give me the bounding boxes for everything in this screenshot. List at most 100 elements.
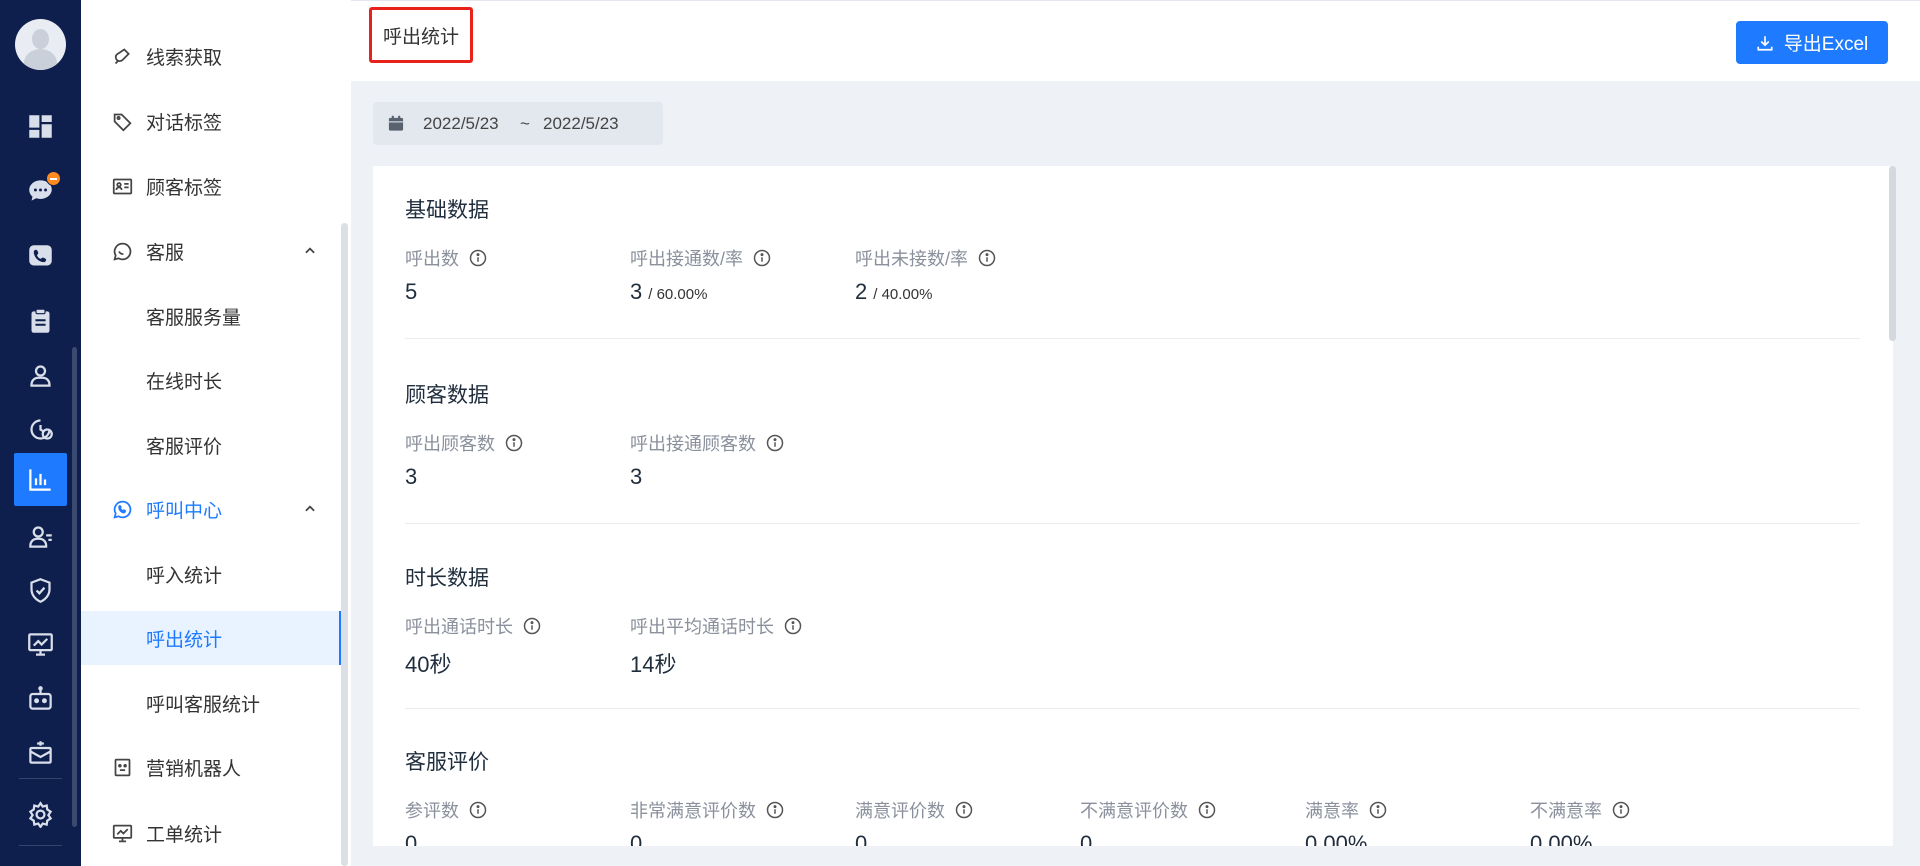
magnet-icon <box>114 48 130 65</box>
metric-value: 40秒 <box>405 652 452 677</box>
menu-item-call-agent-stats[interactable]: 呼叫客服统计 <box>81 676 343 730</box>
whatsapp-phone-icon <box>113 500 132 519</box>
export-excel-button[interactable]: 导出Excel <box>1736 21 1888 64</box>
info-icon[interactable] <box>469 801 487 819</box>
date-separator: ~ <box>520 113 530 133</box>
info-icon[interactable] <box>784 617 802 635</box>
menu-item-label: 客服 <box>146 242 185 264</box>
metric-label: 非常满意评价数 <box>630 801 756 821</box>
section-title: 基础数据 <box>405 199 489 222</box>
menu-item-service-volume[interactable]: 客服服务量 <box>81 289 343 343</box>
menu-item-customer-tags[interactable]: 顾客标签 <box>81 159 343 213</box>
menu-item-label: 客服评价 <box>146 436 223 458</box>
info-icon[interactable] <box>955 801 973 819</box>
avatar[interactable] <box>15 19 66 70</box>
id-card-icon <box>112 178 133 195</box>
rail-divider <box>19 845 62 846</box>
download-icon <box>1757 35 1773 51</box>
date-start: 2022/5/23 <box>423 113 499 133</box>
metric-label: 呼出通话时长 <box>405 617 513 637</box>
icon-rail <box>0 0 81 866</box>
info-icon[interactable] <box>766 801 784 819</box>
menu-item-label: 呼入统计 <box>146 565 223 587</box>
tag-icon <box>113 113 132 132</box>
chevron-up-icon <box>305 505 315 512</box>
calendar-icon <box>388 115 404 131</box>
metric-rate: / 60.00% <box>648 286 708 303</box>
clock-chart-icon[interactable] <box>0 404 81 454</box>
robot-icon[interactable] <box>0 673 81 723</box>
metric-label: 呼出接通数/率 <box>630 249 744 269</box>
menu-item-label: 在线时长 <box>146 371 223 393</box>
page-title: 呼出统计 <box>369 7 473 63</box>
metric-label: 呼出未接数/率 <box>855 249 969 269</box>
chevron-up-icon <box>305 247 315 254</box>
section-title: 客服评价 <box>405 751 489 774</box>
info-icon[interactable] <box>1369 801 1387 819</box>
metric-value: 3 <box>630 464 643 489</box>
content-scrollbar[interactable] <box>1889 166 1896 341</box>
info-icon[interactable] <box>1612 801 1630 819</box>
info-icon[interactable] <box>753 249 771 267</box>
bar-chart-icon[interactable] <box>14 453 67 506</box>
menu-item-label: 顾客标签 <box>146 177 223 199</box>
metric-value: 0 <box>405 831 418 846</box>
section-divider <box>405 338 1860 339</box>
menu-item-service-rating[interactable]: 客服评价 <box>81 418 343 472</box>
metric-value: 3 <box>630 279 643 304</box>
metric-value: 14秒 <box>630 652 677 677</box>
monitor-icon[interactable] <box>0 619 81 669</box>
contact-icon[interactable] <box>0 511 81 561</box>
page-header: 呼出统计 导出Excel <box>351 0 1920 81</box>
menu-item-ticket-stats[interactable]: 工单统计 <box>81 806 343 860</box>
menu-item-label: 呼出统计 <box>146 629 223 651</box>
shield-icon[interactable] <box>0 565 81 615</box>
date-range-picker[interactable]: 2022/5/23 ~ 2022/5/23 <box>373 102 663 145</box>
metric-label: 呼出接通顾客数 <box>630 434 756 454</box>
info-icon[interactable] <box>978 249 996 267</box>
dashboard-icon[interactable] <box>0 101 81 151</box>
menu-item-conversation-tags[interactable]: 对话标签 <box>81 94 343 148</box>
section-divider <box>405 523 1860 524</box>
menu-item-label: 客服服务量 <box>146 307 242 329</box>
metric-label: 呼出顾客数 <box>405 434 495 454</box>
menu-item-label: 呼叫客服统计 <box>146 694 261 716</box>
info-icon[interactable] <box>523 617 541 635</box>
date-end: 2022/5/23 <box>543 113 619 133</box>
menu-item-outbound-stats[interactable]: 呼出统计 <box>81 611 343 665</box>
metric-rate: / 40.00% <box>873 286 933 303</box>
chat-icon[interactable] <box>0 165 81 215</box>
menu-item-marketing-robot[interactable]: 营销机器人 <box>81 740 343 794</box>
info-icon[interactable] <box>505 434 523 452</box>
metric-label: 参评数 <box>405 801 459 821</box>
metric-value: 0.00% <box>1305 831 1368 846</box>
gear-icon[interactable] <box>0 789 81 839</box>
menu-item-label: 营销机器人 <box>146 758 242 780</box>
info-icon[interactable] <box>766 434 784 452</box>
rail-divider <box>19 778 62 779</box>
info-icon[interactable] <box>469 249 487 267</box>
section-divider <box>405 708 1860 709</box>
export-excel-label: 导出Excel <box>1783 34 1869 55</box>
clipboard-icon[interactable] <box>0 296 81 346</box>
metric-label: 不满意评价数 <box>1080 801 1188 821</box>
metric-label: 满意评价数 <box>855 801 945 821</box>
metric-value: 0 <box>1080 831 1093 846</box>
user-icon[interactable] <box>0 350 81 400</box>
menu-item-customer-service[interactable]: 客服 <box>81 224 343 278</box>
menu-item-inbound-stats[interactable]: 呼入统计 <box>81 547 343 601</box>
menu-item-call-center[interactable]: 呼叫中心 <box>81 482 343 536</box>
menu-item-label: 线索获取 <box>146 47 223 69</box>
menu-item-label: 工单统计 <box>146 824 223 846</box>
menu-item-lead-capture[interactable]: 线索获取 <box>81 29 343 83</box>
info-icon[interactable] <box>1198 801 1216 819</box>
rail-scrollbar[interactable] <box>72 347 77 827</box>
metric-value: 3 <box>405 464 418 489</box>
mailbox-icon[interactable] <box>0 727 81 777</box>
metric-label: 呼出平均通话时长 <box>630 617 774 637</box>
notification-badge <box>46 171 61 186</box>
robot-face-icon <box>114 758 131 777</box>
menu-item-online-duration[interactable]: 在线时长 <box>81 353 343 407</box>
phone-icon[interactable] <box>0 231 81 281</box>
menu-scrollbar[interactable] <box>341 223 348 866</box>
